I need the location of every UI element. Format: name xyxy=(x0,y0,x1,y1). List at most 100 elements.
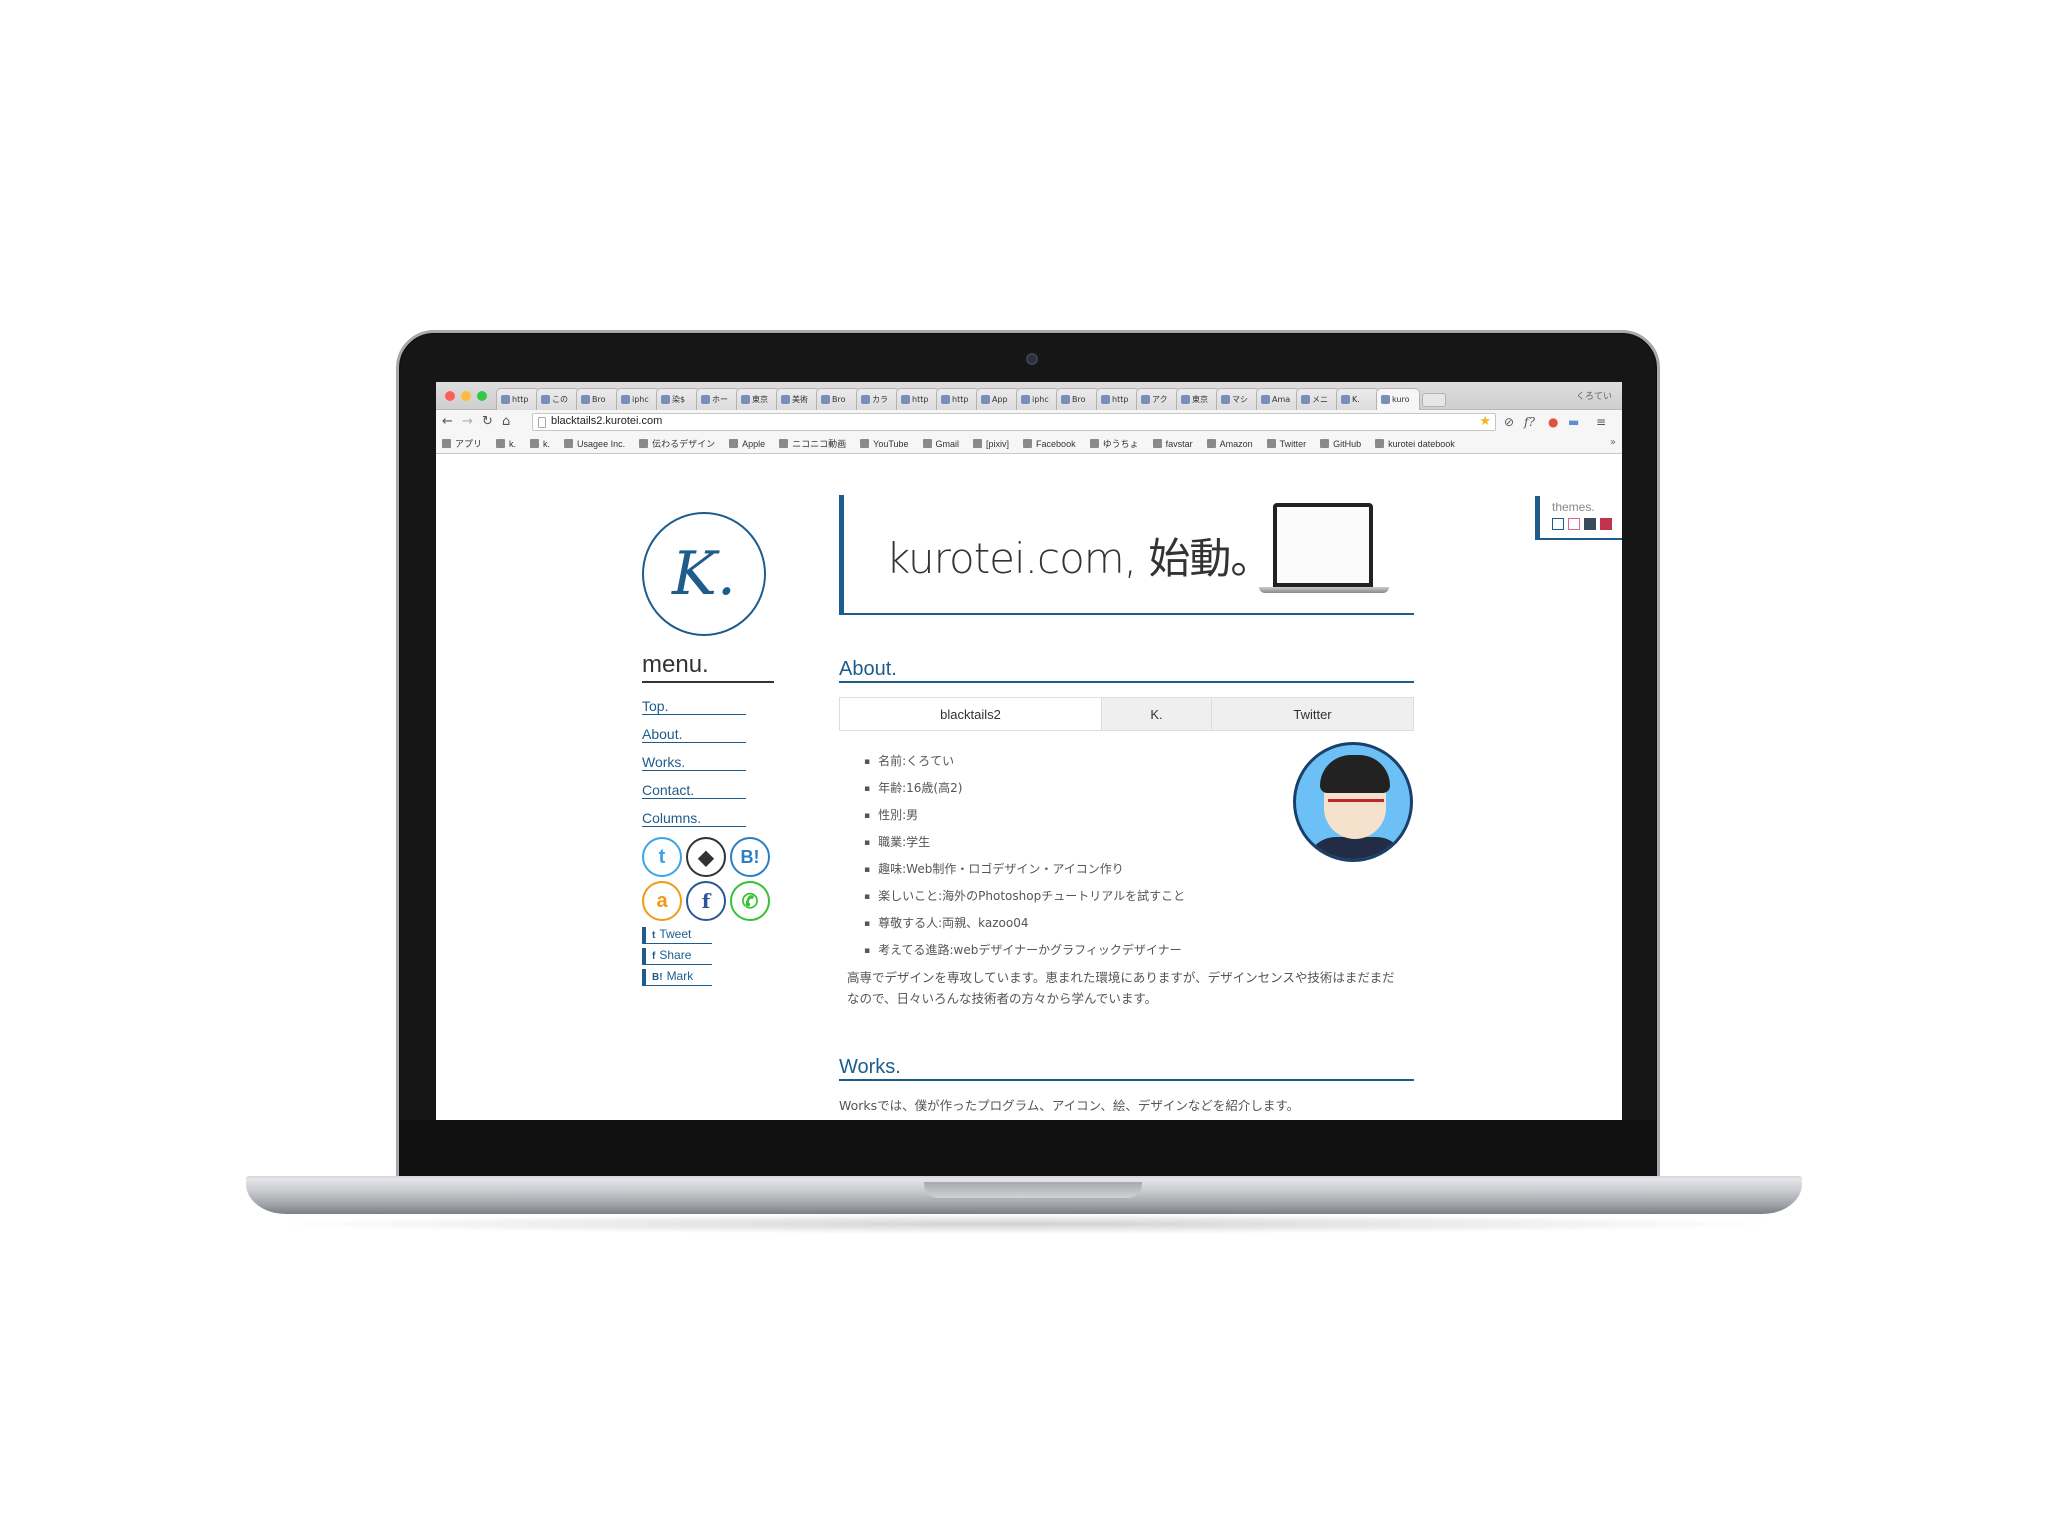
browser-tab[interactable]: kuro xyxy=(1376,388,1420,410)
bookmark-favicon-icon xyxy=(779,439,789,448)
share-tweet-link[interactable]: t Tweet xyxy=(642,927,712,944)
bookmark-item[interactable]: 伝わるデザイン xyxy=(639,437,715,450)
bookmark-item[interactable]: [pixiv] xyxy=(973,439,1009,449)
browser-tab[interactable]: マシ xyxy=(1216,388,1260,410)
browser-tab[interactable]: http xyxy=(936,388,980,410)
browser-tab[interactable]: iphc xyxy=(616,388,660,410)
address-bar[interactable]: blacktails2.kurotei.com ★ xyxy=(532,413,1496,431)
browser-tab[interactable]: 美術 xyxy=(776,388,820,410)
browser-tab[interactable]: Bro xyxy=(816,388,860,410)
menu-item-about[interactable]: About. xyxy=(642,726,746,743)
favicon-icon xyxy=(1381,395,1390,404)
profile-item: 名前:くろてい xyxy=(864,749,1185,776)
share-share-link[interactable]: f Share xyxy=(642,948,712,965)
bookmark-star-icon[interactable]: ★ xyxy=(1479,414,1491,429)
menu-item-columns[interactable]: Columns. xyxy=(642,810,746,827)
browser-tab[interactable]: Bro xyxy=(576,388,620,410)
theme-swatch[interactable] xyxy=(1584,518,1596,530)
browser-tab[interactable]: 東京 xyxy=(1176,388,1220,410)
browser-tab[interactable]: この xyxy=(536,388,580,410)
works-heading: Works. xyxy=(839,1056,1414,1081)
menu-item-top[interactable]: Top. xyxy=(642,698,746,715)
browser-tab[interactable]: App xyxy=(976,388,1020,410)
adblock-icon[interactable]: ● xyxy=(1548,414,1558,430)
browser-tab[interactable]: 染$ xyxy=(656,388,700,410)
theme-swatch[interactable] xyxy=(1552,518,1564,530)
reload-icon[interactable]: ↻ xyxy=(482,414,493,430)
favicon-icon xyxy=(741,395,750,404)
bookmark-item[interactable]: Apple xyxy=(729,439,765,449)
bookmarks-overflow-icon[interactable]: » xyxy=(1610,437,1616,448)
share-label: Share xyxy=(659,948,692,962)
forward-icon[interactable]: → xyxy=(462,414,473,430)
browser-tab[interactable]: Bro xyxy=(1056,388,1100,410)
bookmark-item[interactable]: Amazon xyxy=(1206,439,1253,449)
favicon-icon xyxy=(1141,395,1150,404)
browser-tabs: http この Bro iphc 染$ ホー 東京 美術 Bro カラ http http App iph… xyxy=(496,388,1446,410)
bookmark-item[interactable]: YouTube xyxy=(860,439,909,449)
theme-swatch[interactable] xyxy=(1600,518,1612,530)
browser-tab[interactable]: http xyxy=(896,388,940,410)
theme-swatch[interactable] xyxy=(1568,518,1580,530)
bookmark-favicon-icon xyxy=(973,439,983,448)
browser-tab[interactable]: カラ xyxy=(856,388,900,410)
favicon-icon xyxy=(541,395,550,404)
bookmark-item[interactable]: Facebook xyxy=(1023,439,1076,449)
bookmark-item[interactable]: kurotei datebook xyxy=(1375,439,1455,449)
tab-twitter[interactable]: Twitter xyxy=(1212,698,1413,730)
browser-tab[interactable]: Ama xyxy=(1256,388,1300,410)
site-logo[interactable]: K. xyxy=(642,512,766,636)
close-window-button[interactable] xyxy=(445,391,455,401)
bookmark-favicon-icon xyxy=(496,439,506,448)
share-tweet-icon: t xyxy=(652,930,656,941)
twitter-icon[interactable]: t xyxy=(642,837,682,877)
browser-tab[interactable]: アク xyxy=(1136,388,1180,410)
bookmark-item[interactable]: favstar xyxy=(1152,439,1193,449)
laptop-mockup: http この Bro iphc 染$ ホー 東京 美術 Bro カラ http http App iph… xyxy=(0,0,2048,1536)
back-icon[interactable]: ← xyxy=(442,414,453,430)
browser-tab[interactable]: ホー xyxy=(696,388,740,410)
browser-tab[interactable]: http xyxy=(496,388,540,410)
hatena-bookmark-icon[interactable]: B! xyxy=(730,837,770,877)
menu-title: menu. xyxy=(642,651,774,683)
share-mark-link[interactable]: B! Mark xyxy=(642,969,712,986)
profile-button[interactable]: くろてい xyxy=(1576,389,1612,402)
github-icon[interactable]: ◆ xyxy=(686,837,726,877)
browser-tab-label: http xyxy=(512,395,529,404)
tab-k[interactable]: K. xyxy=(1102,698,1212,730)
home-icon[interactable]: ⌂ xyxy=(502,414,510,430)
bookmark-item[interactable]: Usagee Inc. xyxy=(564,439,625,449)
profile-item: 趣味:Web制作・ロゴデザイン・アイコン作り xyxy=(864,857,1185,884)
menu-item-contact[interactable]: Contact. xyxy=(642,782,746,799)
extension-icon[interactable]: ⊘ xyxy=(1504,414,1514,430)
line-icon[interactable]: ✆ xyxy=(730,881,770,921)
bookmark-item[interactable]: ニコニコ動画 xyxy=(779,437,846,450)
font-extension-icon[interactable]: f? xyxy=(1524,414,1535,430)
browser-tab[interactable]: 東京 xyxy=(736,388,780,410)
browser-tab-label: 染$ xyxy=(672,395,686,404)
menu-item-works[interactable]: Works. xyxy=(642,754,746,771)
bookmark-item[interactable]: k. xyxy=(496,439,516,449)
headline-text: kurotei.com, 始動。 xyxy=(886,534,1272,583)
bookmark-item[interactable]: Gmail xyxy=(922,439,959,449)
bookmark-item[interactable]: アプリ xyxy=(442,437,482,450)
chrome-menu-icon[interactable]: ≡ xyxy=(1596,414,1606,430)
browser-tab[interactable]: http xyxy=(1096,388,1140,410)
minimize-window-button[interactable] xyxy=(461,391,471,401)
facebook-icon[interactable]: f xyxy=(686,881,726,921)
amazon-icon[interactable]: a xyxy=(642,881,682,921)
chat-extension-icon[interactable]: ▬ xyxy=(1568,414,1579,430)
tab-blacktails2[interactable]: blacktails2 xyxy=(840,698,1102,730)
browser-tab[interactable]: K. xyxy=(1336,388,1380,410)
bookmark-item[interactable]: ゆうちょ xyxy=(1089,437,1139,450)
bookmark-favicon-icon xyxy=(1320,439,1330,448)
bookmark-label: [pixiv] xyxy=(986,438,1010,449)
new-tab-button[interactable] xyxy=(1422,393,1446,407)
browser-tab[interactable]: iphc xyxy=(1016,388,1060,410)
bookmark-item[interactable]: Twitter xyxy=(1266,439,1306,449)
bookmark-item[interactable]: GitHub xyxy=(1320,439,1361,449)
profile-item: 年齢:16歳(高2) xyxy=(864,776,1185,803)
zoom-window-button[interactable] xyxy=(477,391,487,401)
browser-tab[interactable]: メニ xyxy=(1296,388,1340,410)
bookmark-item[interactable]: k. xyxy=(530,439,550,449)
